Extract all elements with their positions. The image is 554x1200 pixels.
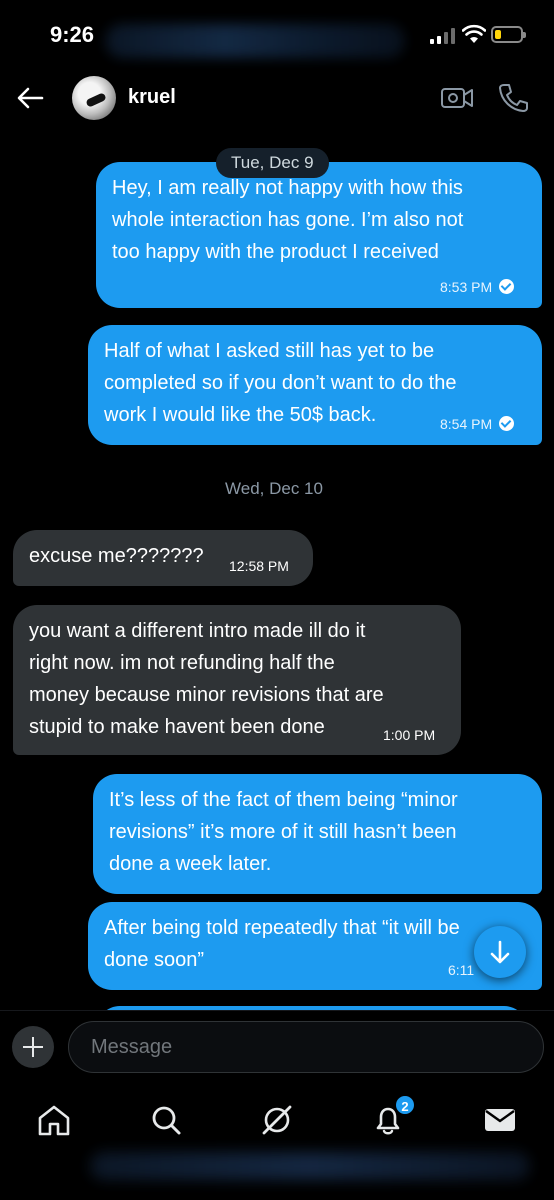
- notification-badge: 2: [394, 1094, 416, 1116]
- home-icon[interactable]: [32, 1098, 76, 1142]
- video-camera-icon[interactable]: [440, 84, 474, 112]
- phone-icon[interactable]: [496, 82, 530, 114]
- message-time: 6:11: [448, 962, 475, 978]
- message-time: 8:53 PM: [440, 279, 493, 295]
- message-line: completed so if you don’t want to do the: [104, 372, 457, 394]
- message-time: 12:58 PM: [229, 558, 289, 574]
- date-separator: Tue, Dec 9: [216, 148, 329, 178]
- read-receipt-icon: [499, 279, 515, 294]
- status-time: 9:26: [50, 22, 95, 47]
- date-separator: Wed, Dec 10: [225, 479, 323, 498]
- message-line: too happy with the product I received: [112, 241, 439, 263]
- message-line: right now. im not refunding half the: [29, 652, 335, 674]
- blurred-region: [105, 24, 405, 58]
- status-bar: 9:26: [0, 0, 554, 66]
- message-meta: 8:53 PM: [440, 279, 515, 295]
- messages-icon[interactable]: [478, 1098, 522, 1142]
- conversation-header: kruel: [0, 66, 554, 130]
- message-line: whole interaction has gone. I’m also not: [112, 209, 464, 231]
- message-meta: 8:54 PM: [440, 416, 515, 432]
- message-line: done a week later.: [109, 853, 272, 875]
- message-line: you want a different intro made ill do i…: [29, 620, 366, 642]
- wifi-icon: [462, 24, 486, 43]
- message-input[interactable]: [68, 1021, 544, 1073]
- contact-name[interactable]: kruel: [128, 86, 176, 109]
- avatar[interactable]: [72, 76, 116, 120]
- message-time: 8:54 PM: [440, 416, 493, 432]
- cellular-signal-icon: [430, 28, 455, 44]
- notifications-tab[interactable]: 2: [366, 1094, 416, 1142]
- message-bubble-outgoing[interactable]: It’s less of the fact of them being “min…: [93, 774, 542, 894]
- message-line: money because minor revisions that are: [29, 684, 384, 706]
- back-arrow-icon[interactable]: [12, 80, 48, 116]
- search-icon[interactable]: [144, 1098, 188, 1142]
- read-receipt-icon: [499, 416, 515, 431]
- message-time: 1:00 PM: [383, 727, 436, 743]
- bottom-navigation: 2: [0, 1086, 554, 1200]
- message-line: It’s less of the fact of them being “min…: [109, 789, 458, 811]
- scroll-to-bottom-button[interactable]: [474, 926, 526, 978]
- grok-icon[interactable]: [255, 1098, 299, 1142]
- message-line: After being told repeatedly that “it wil…: [104, 917, 460, 939]
- message-composer: [0, 1010, 554, 1086]
- message-line: Half of what I asked still has yet to be: [104, 340, 435, 362]
- message-line: revisions” it’s more of it still hasn’t …: [109, 821, 457, 843]
- blurred-region: [90, 1152, 530, 1180]
- add-attachment-button[interactable]: [12, 1026, 54, 1068]
- battery-icon: [491, 26, 526, 43]
